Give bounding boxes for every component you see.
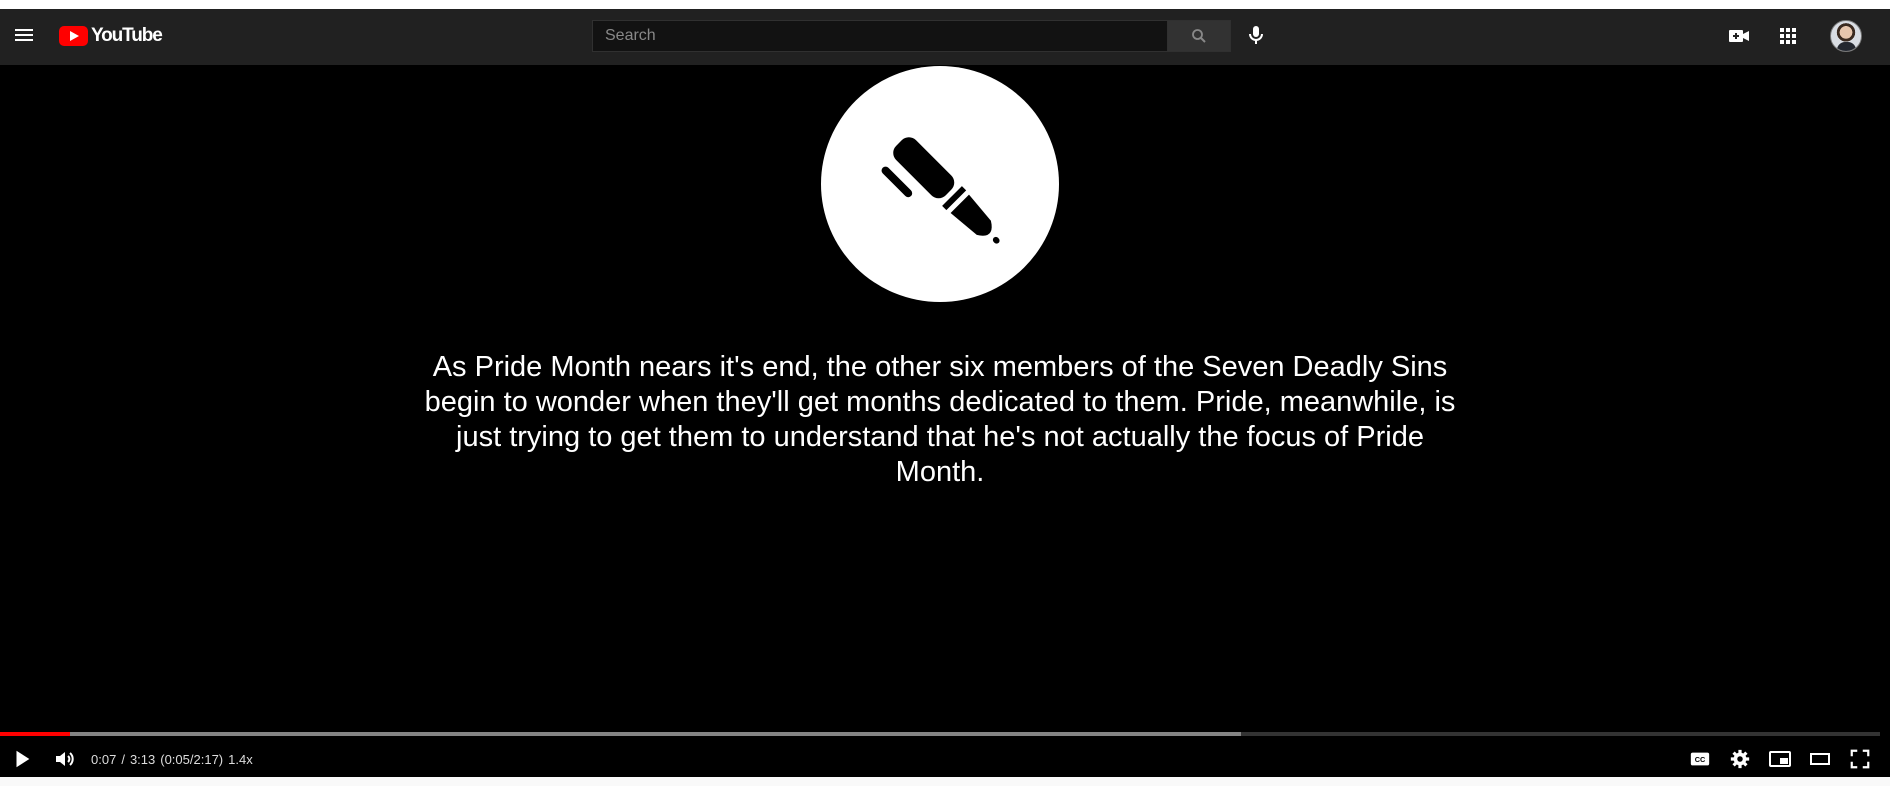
pen-icon bbox=[821, 66, 1059, 302]
youtube-play-logo-icon bbox=[59, 26, 88, 46]
current-time: 0:07 bbox=[91, 752, 117, 767]
hamburger-menu-icon[interactable] bbox=[12, 23, 36, 47]
avatar[interactable] bbox=[1830, 20, 1862, 52]
settings-icon[interactable] bbox=[1726, 745, 1754, 773]
svg-text:CC: CC bbox=[1695, 755, 1706, 764]
progress-bar[interactable] bbox=[0, 732, 1880, 736]
microphone-icon[interactable] bbox=[1244, 23, 1268, 47]
top-strip bbox=[0, 0, 1890, 9]
masthead: YouTube bbox=[0, 9, 1890, 65]
create-video-icon[interactable] bbox=[1727, 24, 1751, 48]
playback-speed: 1.4x bbox=[228, 752, 253, 767]
fullscreen-icon[interactable] bbox=[1846, 745, 1874, 773]
volume-icon[interactable] bbox=[51, 745, 79, 773]
search-input[interactable] bbox=[592, 20, 1168, 52]
time-display: 0:07 / 3:13 (0:05/2:17) 1.4x bbox=[91, 752, 258, 767]
youtube-logo[interactable]: YouTube bbox=[59, 25, 163, 47]
adjusted-time: (0:05/2:17) bbox=[160, 752, 224, 767]
progress-played bbox=[0, 732, 70, 736]
player-controls: 0:07 / 3:13 (0:05/2:17) 1.4x CC bbox=[0, 740, 1890, 776]
video-player[interactable]: As Pride Month nears it's end, the other… bbox=[0, 65, 1890, 777]
search-button[interactable] bbox=[1167, 20, 1231, 52]
progress-loaded bbox=[0, 732, 1241, 736]
miniplayer-icon[interactable] bbox=[1766, 745, 1794, 773]
theater-mode-icon[interactable] bbox=[1806, 745, 1834, 773]
search-icon bbox=[1192, 29, 1206, 43]
captions-icon[interactable]: CC bbox=[1686, 745, 1714, 773]
video-caption: As Pride Month nears it's end, the other… bbox=[424, 351, 1456, 488]
total-time: 3:13 bbox=[129, 752, 156, 767]
apps-grid-icon[interactable] bbox=[1776, 24, 1800, 48]
bottom-strip bbox=[0, 777, 1890, 786]
play-icon[interactable] bbox=[8, 745, 36, 773]
time-separator: / bbox=[121, 752, 125, 767]
logo-text: YouTube bbox=[91, 25, 163, 46]
